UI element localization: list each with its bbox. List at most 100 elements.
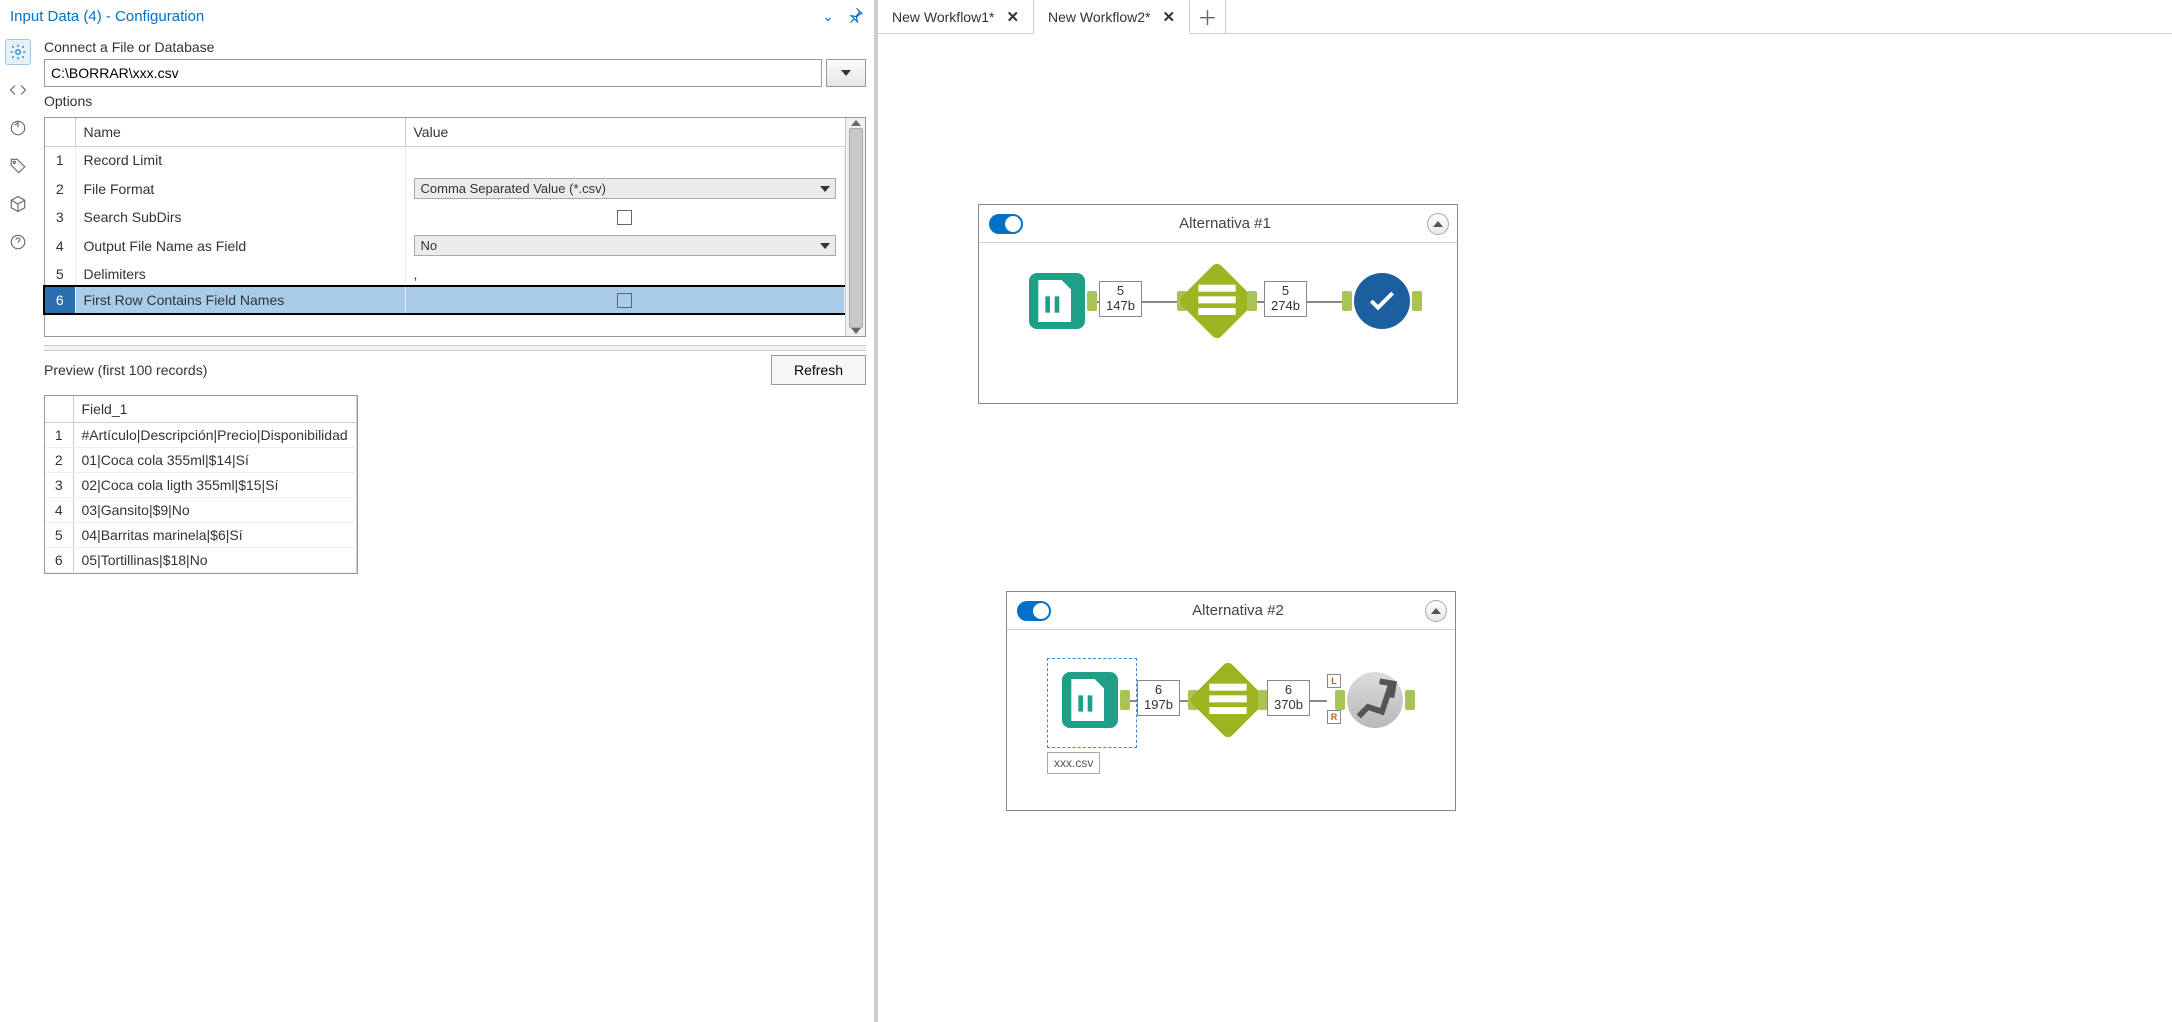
scroll-down-icon[interactable] [851,328,861,334]
preview-corner [45,396,73,423]
row-number: 1 [45,147,75,174]
tab-label: New Workflow1* [892,9,994,25]
option-value[interactable]: No [405,230,845,261]
container-toggle[interactable] [1017,601,1051,621]
preview-row[interactable]: 302|Coca cola ligth 355ml|$15|Sí [45,473,356,498]
options-row[interactable]: 2 File Format Comma Separated Value (*.c… [45,173,845,204]
connect-label: Connect a File or Database [44,33,866,59]
anchor-badge-L: L [1327,674,1341,688]
scroll-up-icon[interactable] [851,120,861,126]
row-number: 5 [45,523,73,548]
option-name: First Row Contains Field Names [75,287,405,313]
tool-file-label: xxx.csv [1047,752,1100,774]
option-value[interactable] [405,287,845,313]
row-number: 2 [45,173,75,204]
close-icon[interactable]: ✕ [1162,8,1175,26]
plus-icon: ＋ [1198,2,1218,31]
gear-icon[interactable] [5,39,31,65]
options-row[interactable]: 4 Output File Name as Field No [45,230,845,261]
tool-select[interactable] [1189,273,1245,329]
row-number: 6 [45,287,75,313]
row-number: 1 [45,423,73,448]
preview-row[interactable]: 201|Coca cola 355ml|$14|Sí [45,448,356,473]
config-panel: Input Data (4) - Configuration ⌄ Connect… [0,0,878,1022]
row-number: 4 [45,498,73,523]
connection-annotation: 6370b [1267,680,1310,716]
options-row[interactable]: 6 First Row Contains Field Names [45,287,845,313]
workflow-tabs: New Workflow1* ✕ New Workflow2* ✕ ＋ [878,0,2172,34]
connection-annotation: 5147b [1099,281,1142,317]
output-anchor[interactable] [1120,690,1130,710]
option-value[interactable]: , [405,261,845,287]
tool-select[interactable] [1200,672,1256,728]
refresh-button[interactable]: Refresh [771,355,866,385]
container-alt2[interactable]: Alternativa #2 xxx.csv [1006,591,1456,811]
preview-row[interactable]: 1#Artículo|Descripción|Precio|Disponibil… [45,423,356,448]
tab-workflow1[interactable]: New Workflow1* ✕ [878,0,1034,33]
cube-icon[interactable] [5,191,31,217]
preview-table[interactable]: Field_1 1#Artículo|Descripción|Precio|Di… [44,395,358,574]
output-anchor[interactable] [1247,291,1257,311]
tool-dynamic[interactable] [1347,672,1403,728]
preview-col-header: Field_1 [73,396,356,423]
options-value-header: Value [405,118,845,147]
tab-workflow2[interactable]: New Workflow2* ✕ [1034,1,1190,34]
pin-icon[interactable] [846,6,864,27]
dynamic-tool-icon [1347,672,1403,728]
close-icon[interactable]: ✕ [1006,8,1019,26]
option-value[interactable] [405,147,845,174]
panel-divider[interactable] [44,345,866,351]
preview-row[interactable]: 605|Tortillinas|$18|No [45,548,356,573]
config-sidebar [0,33,36,1022]
preview-label: Preview (first 100 records) [44,362,207,378]
tool-browse[interactable] [1354,273,1410,329]
option-value[interactable]: Comma Separated Value (*.csv) [405,173,845,204]
option-value[interactable] [405,204,845,230]
scroll-thumb[interactable] [849,128,863,328]
preview-cell: 03|Gansito|$9|No [73,498,356,523]
collapse-button[interactable] [1427,213,1449,235]
browse-tool-icon [1354,273,1410,329]
output-anchor[interactable] [1405,690,1415,710]
file-dropdown-button[interactable] [826,59,866,87]
options-name-header: Name [75,118,405,147]
new-tab-button[interactable]: ＋ [1190,0,1226,33]
preview-cell: 02|Coca cola ligth 355ml|$15|Sí [73,473,356,498]
output-anchor[interactable] [1412,291,1422,311]
tool-input-data-selected[interactable] [1062,672,1118,728]
row-number: 3 [45,473,73,498]
option-name: Output File Name as Field [75,230,405,261]
anchor-badge-R: R [1327,710,1341,724]
options-row[interactable]: 3 Search SubDirs [45,204,845,230]
help-icon[interactable] [5,229,31,255]
option-name: File Format [75,173,405,204]
container-title: Alternativa #1 [1023,215,1427,232]
panel-collapse-chevron-icon[interactable]: ⌄ [822,8,834,25]
collapse-button[interactable] [1425,600,1447,622]
code-icon[interactable] [5,77,31,103]
input-data-icon [1029,273,1085,329]
preview-cell: #Artículo|Descripción|Precio|Disponibili… [73,423,356,448]
output-anchor[interactable] [1087,291,1097,311]
select-tool-icon [1177,261,1256,340]
file-path-input[interactable] [44,59,822,87]
option-name: Delimiters [75,261,405,287]
options-row[interactable]: 5 Delimiters , [45,261,845,287]
row-number: 5 [45,261,75,287]
container-alt1[interactable]: Alternativa #1 5147b [978,204,1458,404]
tool-input-data[interactable] [1029,273,1085,329]
preview-row[interactable]: 504|Barritas marinela|$6|Sí [45,523,356,548]
options-scrollbar[interactable] [845,118,865,336]
row-number: 3 [45,204,75,230]
input-anchor[interactable] [1342,291,1352,311]
options-table[interactable]: Name Value 1 Record Limit 2 File Format … [45,118,845,336]
input-anchor[interactable] [1335,690,1345,710]
options-row[interactable]: 1 Record Limit [45,147,845,174]
preview-row[interactable]: 403|Gansito|$9|No [45,498,356,523]
refresh-circle-icon[interactable] [5,115,31,141]
container-toggle[interactable] [989,214,1023,234]
tag-icon[interactable] [5,153,31,179]
workflow-canvas[interactable]: Alternativa #1 5147b [878,34,2172,1022]
input-data-icon [1062,672,1118,728]
connection-annotation: 5274b [1264,281,1307,317]
